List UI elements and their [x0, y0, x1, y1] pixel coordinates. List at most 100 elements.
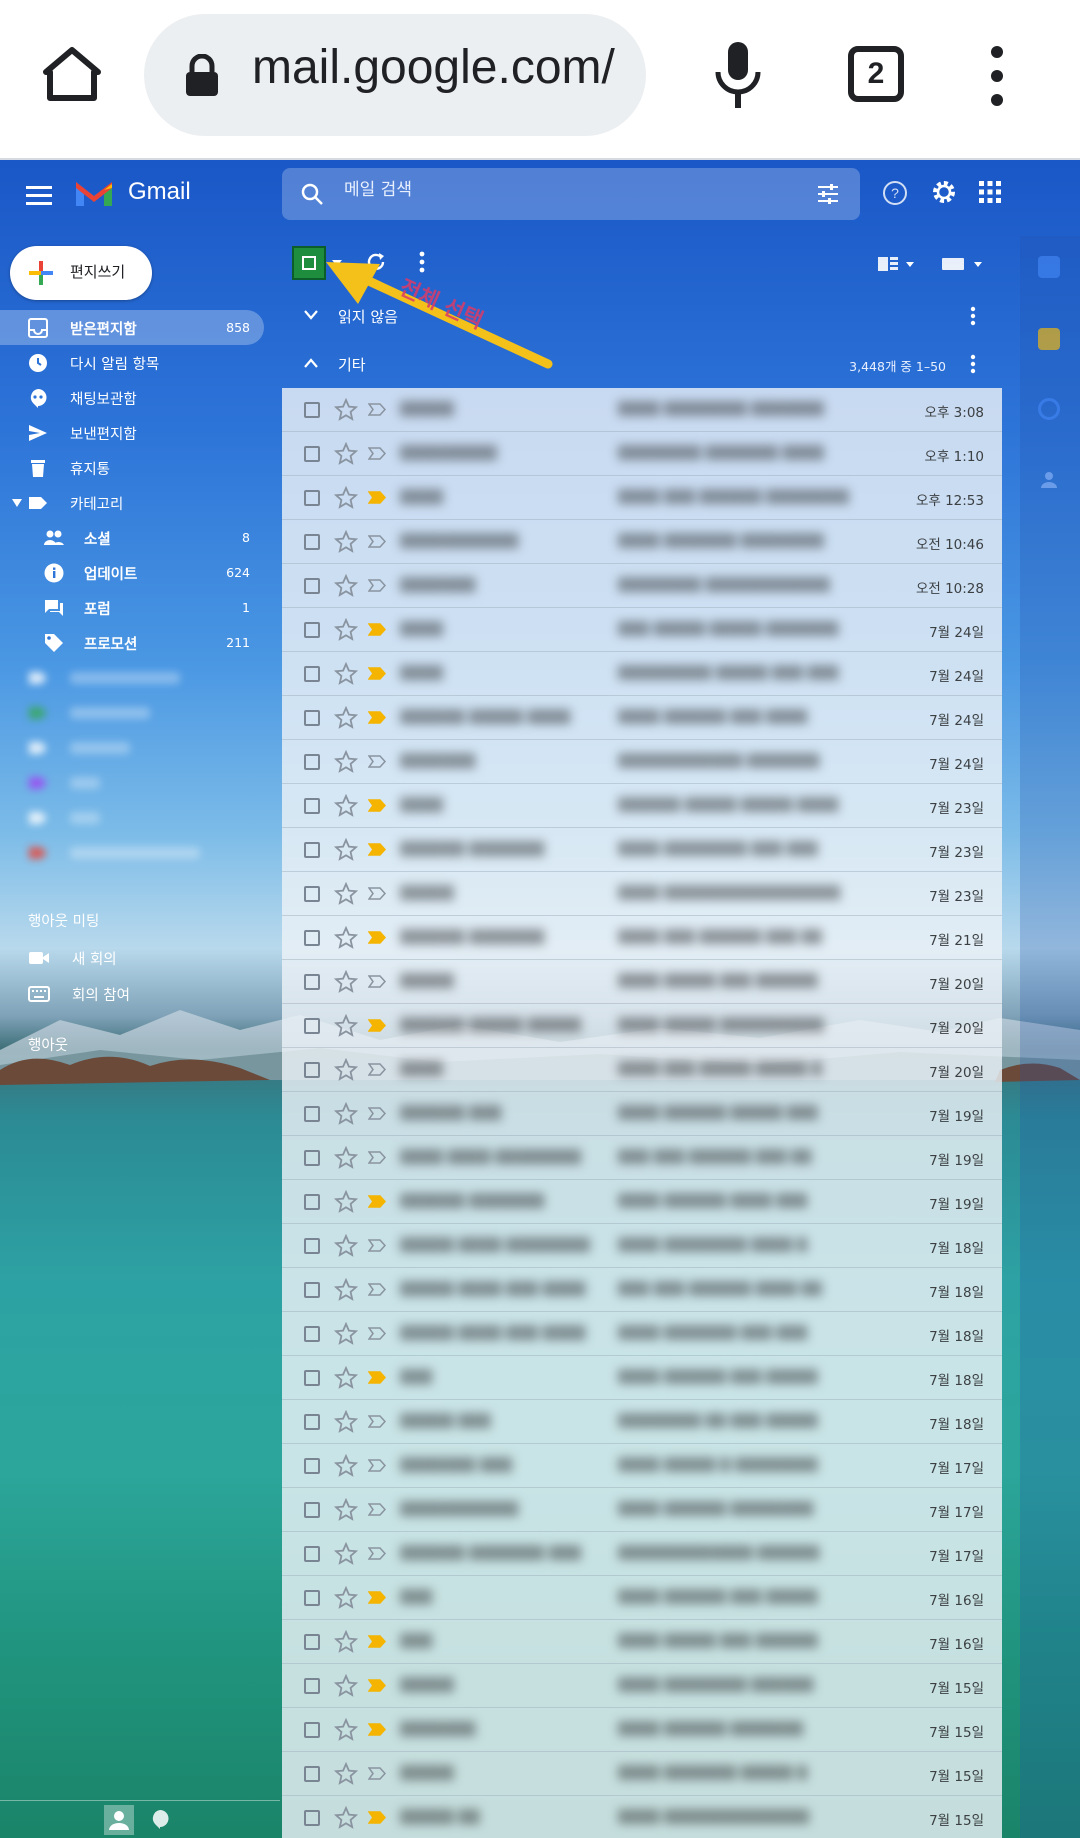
- star-icon[interactable]: [334, 398, 358, 422]
- row-checkbox[interactable]: [304, 1326, 320, 1342]
- importance-marker-icon[interactable]: [368, 1723, 386, 1736]
- importance-marker-icon[interactable]: [368, 1371, 386, 1384]
- star-icon[interactable]: [334, 706, 358, 730]
- row-checkbox[interactable]: [304, 1062, 320, 1078]
- search-bar[interactable]: [282, 168, 860, 220]
- row-checkbox[interactable]: [304, 798, 320, 814]
- importance-marker-icon[interactable]: [368, 1063, 386, 1076]
- hangouts-chat-icon[interactable]: [150, 1809, 170, 1829]
- search-input[interactable]: [344, 180, 724, 200]
- sidebar-item-forums[interactable]: 포럼 1: [0, 590, 264, 625]
- row-checkbox[interactable]: [304, 1810, 320, 1826]
- person-icon[interactable]: [104, 1805, 134, 1835]
- mail-row[interactable]: ▒▒▒▒▒▒ ▒▒▒▒▒▒▒ ▒▒▒ ▒▒▒▒▒▒▒▒▒▒▒▒▒ ▒▒▒▒▒▒ 7월…: [282, 1532, 1002, 1576]
- importance-marker-icon[interactable]: [368, 447, 386, 460]
- mail-row[interactable]: ▒▒▒▒▒ ▒▒▒▒ ▒▒▒▒▒▒▒▒ ▒▒▒▒▒▒ 7월 15일: [282, 1664, 1002, 1708]
- row-checkbox[interactable]: [304, 1678, 320, 1694]
- star-icon[interactable]: [334, 1146, 358, 1170]
- browser-menu-icon[interactable]: [982, 44, 1012, 108]
- mail-row[interactable]: ▒▒▒▒▒ ▒▒▒▒ ▒▒▒▒▒▒▒▒ ▒▒▒▒▒▒▒ 오후 3:08: [282, 388, 1002, 432]
- split-pane-icon[interactable]: [878, 256, 918, 274]
- importance-marker-icon[interactable]: [368, 887, 386, 900]
- sidebar-item-user-label[interactable]: [0, 765, 264, 800]
- mail-row[interactable]: ▒▒▒▒▒ ▒▒▒▒ ▒▒▒▒▒▒▒▒▒▒▒▒▒▒▒▒▒ 7월 23일: [282, 872, 1002, 916]
- row-checkbox[interactable]: [304, 446, 320, 462]
- row-checkbox[interactable]: [304, 1238, 320, 1254]
- star-icon[interactable]: [334, 1102, 358, 1126]
- google-apps-icon[interactable]: [978, 180, 1002, 204]
- sidebar-item-categories[interactable]: 카테고리: [0, 485, 264, 520]
- gmail-logo-icon[interactable]: [74, 178, 114, 208]
- sidebar-item-inbox[interactable]: 받은편지함 858: [0, 310, 264, 345]
- star-icon[interactable]: [334, 1674, 358, 1698]
- help-icon[interactable]: ?: [882, 180, 908, 206]
- star-icon[interactable]: [334, 1762, 358, 1786]
- star-icon[interactable]: [334, 1410, 358, 1434]
- importance-marker-icon[interactable]: [368, 711, 386, 724]
- mail-row[interactable]: ▒▒▒ ▒▒▒▒ ▒▒▒▒▒ ▒▒▒ ▒▒▒▒▒▒ 7월 16일: [282, 1620, 1002, 1664]
- mail-row[interactable]: ▒▒▒▒▒▒ ▒▒▒ ▒▒▒▒ ▒▒▒▒▒▒ ▒▒▒▒▒ ▒▒▒ 7월 19일: [282, 1092, 1002, 1136]
- mail-row[interactable]: ▒▒▒▒▒▒ ▒▒▒▒▒▒▒ ▒▒▒▒ ▒▒▒ ▒▒▒▒▒▒ ▒▒▒ ▒▒ 7월 2…: [282, 916, 1002, 960]
- importance-marker-icon[interactable]: [368, 535, 386, 548]
- star-icon[interactable]: [334, 1014, 358, 1038]
- row-checkbox[interactable]: [304, 1282, 320, 1298]
- mail-row[interactable]: ▒▒▒▒▒▒▒ ▒▒▒▒▒▒▒▒▒▒▒▒ ▒▒▒▒▒▒▒ 7월 24일: [282, 740, 1002, 784]
- section-more-icon[interactable]: [970, 306, 976, 326]
- join-meeting-button[interactable]: 회의 참여: [28, 980, 268, 1010]
- sidebar-item-promotions[interactable]: 프로모션 211: [0, 625, 264, 660]
- star-icon[interactable]: [334, 926, 358, 950]
- mail-row[interactable]: ▒▒▒▒▒▒ ▒▒▒▒▒▒▒ ▒▒▒▒ ▒▒▒▒▒▒ ▒▒▒▒ ▒▒▒ 7월 19일: [282, 1180, 1002, 1224]
- mail-row[interactable]: ▒▒▒▒▒▒▒▒▒ ▒▒▒▒▒▒▒▒ ▒▒▒▒▒▒▒ ▒▒▒▒ 오후 1:10: [282, 432, 1002, 476]
- section-other[interactable]: 기타 3,448개 중 1–50: [282, 340, 1002, 388]
- importance-marker-icon[interactable]: [368, 1195, 386, 1208]
- star-icon[interactable]: [334, 1278, 358, 1302]
- star-icon[interactable]: [334, 970, 358, 994]
- importance-marker-icon[interactable]: [368, 1767, 386, 1780]
- row-checkbox[interactable]: [304, 974, 320, 990]
- sidebar-item-social[interactable]: 소셜 8: [0, 520, 264, 555]
- sidebar-item-snoozed[interactable]: 다시 알림 항목: [0, 345, 264, 380]
- row-checkbox[interactable]: [304, 1634, 320, 1650]
- row-checkbox[interactable]: [304, 1150, 320, 1166]
- row-checkbox[interactable]: [304, 402, 320, 418]
- input-tools-icon[interactable]: [942, 256, 986, 274]
- mail-row[interactable]: ▒▒▒▒▒ ▒▒▒▒ ▒▒▒ ▒▒▒▒ ▒▒▒ ▒▒▒ ▒▒▒▒▒▒ ▒▒▒▒ ▒…: [282, 1268, 1002, 1312]
- importance-marker-icon[interactable]: [368, 1811, 386, 1824]
- mail-row[interactable]: ▒▒▒▒▒▒▒▒▒▒▒ ▒▒▒▒ ▒▒▒▒▒▒ ▒▒▒▒▒▒▒▒ 7월 17일: [282, 1488, 1002, 1532]
- sidebar-item-user-label[interactable]: [0, 695, 264, 730]
- importance-marker-icon[interactable]: [368, 975, 386, 988]
- importance-marker-icon[interactable]: [368, 799, 386, 812]
- mail-row[interactable]: ▒▒▒▒▒▒▒ ▒▒▒▒▒▒▒▒ ▒▒▒▒▒▒▒▒▒▒▒▒ 오전 10:28: [282, 564, 1002, 608]
- star-icon[interactable]: [334, 1190, 358, 1214]
- mail-row[interactable]: ▒▒▒▒▒ ▒▒▒▒ ▒▒▒ ▒▒▒▒ ▒▒▒▒ ▒▒▒▒▒▒▒ ▒▒▒ ▒▒▒ 7…: [282, 1312, 1002, 1356]
- importance-marker-icon[interactable]: [368, 623, 386, 636]
- mail-row[interactable]: ▒▒▒▒ ▒▒▒▒ ▒▒▒ ▒▒▒▒▒ ▒▒▒▒▒ ▒ 7월 20일: [282, 1048, 1002, 1092]
- settings-gear-icon[interactable]: [930, 178, 958, 206]
- sidebar-item-sent[interactable]: 보낸편지함: [0, 415, 264, 450]
- mail-row[interactable]: ▒▒▒▒▒ ▒▒▒▒ ▒▒▒▒▒▒▒▒ ▒▒▒▒ ▒▒▒▒▒▒▒▒ ▒▒▒▒ ▒ 7…: [282, 1224, 1002, 1268]
- row-checkbox[interactable]: [304, 1414, 320, 1430]
- row-checkbox[interactable]: [304, 1546, 320, 1562]
- star-icon[interactable]: [334, 530, 358, 554]
- row-checkbox[interactable]: [304, 754, 320, 770]
- chevron-up-icon[interactable]: [304, 358, 318, 368]
- new-meeting-button[interactable]: 새 회의: [28, 944, 268, 974]
- compose-button[interactable]: 편지쓰기: [10, 246, 152, 300]
- star-icon[interactable]: [334, 882, 358, 906]
- star-icon[interactable]: [334, 794, 358, 818]
- importance-marker-icon[interactable]: [368, 491, 386, 504]
- row-checkbox[interactable]: [304, 930, 320, 946]
- contacts-icon[interactable]: [1038, 468, 1060, 490]
- star-icon[interactable]: [334, 1586, 358, 1610]
- row-checkbox[interactable]: [304, 622, 320, 638]
- mail-row[interactable]: ▒▒▒▒ ▒▒▒▒▒▒ ▒▒▒▒▒ ▒▒▒▒▒ ▒▒▒▒ 7월 23일: [282, 784, 1002, 828]
- row-checkbox[interactable]: [304, 1018, 320, 1034]
- importance-marker-icon[interactable]: [368, 1459, 386, 1472]
- search-icon[interactable]: [300, 182, 324, 206]
- importance-marker-icon[interactable]: [368, 1635, 386, 1648]
- star-icon[interactable]: [334, 1718, 358, 1742]
- sidebar-item-user-label[interactable]: [0, 730, 264, 765]
- mail-row[interactable]: ▒▒▒▒▒ ▒▒▒▒ ▒▒▒▒▒▒▒ ▒▒▒▒▒ ▒ 7월 15일: [282, 1752, 1002, 1796]
- star-icon[interactable]: [334, 1234, 358, 1258]
- star-icon[interactable]: [334, 750, 358, 774]
